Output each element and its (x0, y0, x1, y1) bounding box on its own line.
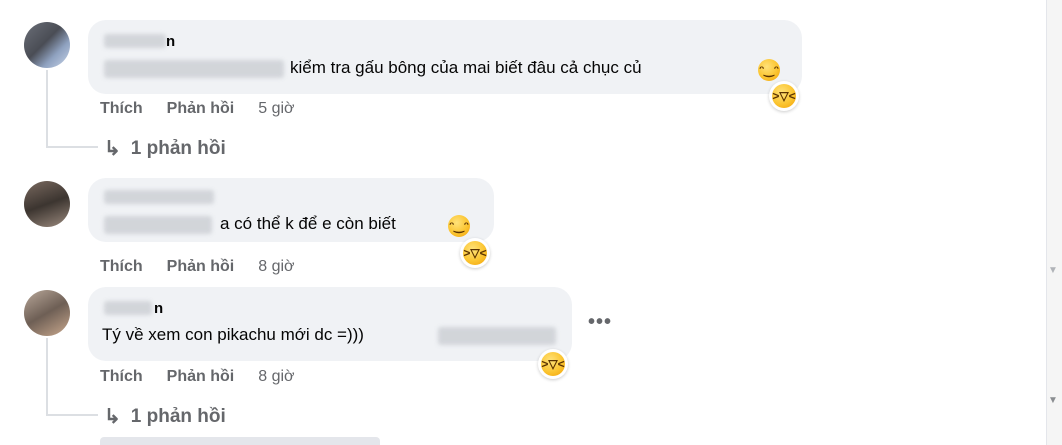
replies-count: 1 phản hồi (130, 405, 226, 427)
reply-arrow-icon: ↳ (104, 138, 121, 160)
thread-line (46, 70, 48, 148)
thread-line (46, 414, 98, 416)
avatar[interactable] (24, 22, 70, 68)
thread-line (46, 338, 48, 416)
avatar[interactable] (24, 181, 70, 227)
commenter-name[interactable]: n (166, 33, 175, 50)
view-replies-button[interactable]: ↳ 1 phản hồi (104, 404, 226, 429)
comment-actions: Thích Phản hồi 5 giờ (100, 100, 295, 118)
reaction-badge[interactable]: >▽< (769, 81, 799, 111)
comment-bubble: n kiểm tra gấu bông của mai biết đâu cả … (88, 20, 802, 94)
like-button[interactable]: Thích (100, 258, 143, 276)
redacted-text (104, 60, 284, 78)
timestamp[interactable]: 8 giờ (258, 258, 294, 276)
next-comment-bubble-edge (100, 437, 380, 445)
redacted-text (438, 327, 556, 345)
timestamp[interactable]: 8 giờ (258, 368, 294, 386)
reply-arrow-icon: ↳ (104, 406, 121, 428)
redacted-name (104, 34, 166, 48)
comment-text: a có thể k để e còn biết (220, 214, 396, 233)
view-replies-button[interactable]: ↳ 1 phản hồi (104, 136, 226, 161)
reply-button[interactable]: Phản hồi (167, 100, 235, 118)
comment-text: kiểm tra gấu bông của mai biết đâu cả ch… (290, 58, 642, 77)
comment-actions: Thích Phản hồi 8 giờ (100, 258, 295, 276)
reaction-badge[interactable]: >▽< (538, 349, 568, 379)
more-options-icon[interactable]: ••• (588, 311, 612, 334)
comment-actions: Thích Phản hồi 8 giờ (100, 368, 295, 386)
haha-reaction-icon: >▽< (541, 352, 565, 376)
replies-count: 1 phản hồi (130, 137, 226, 159)
timestamp[interactable]: 5 giờ (258, 100, 294, 118)
redacted-text (104, 216, 212, 234)
like-button[interactable]: Thích (100, 368, 143, 386)
reaction-badge[interactable]: >▽< (460, 238, 490, 268)
haha-reaction-icon: >▽< (772, 84, 796, 108)
commenter-name[interactable]: n (154, 300, 163, 317)
redacted-name (104, 301, 152, 315)
redacted-name (104, 190, 214, 204)
haha-reaction-icon: >▽< (463, 241, 487, 265)
rolling-laughing-emoji-icon: ᵔ‿ᵔ (448, 215, 470, 237)
laughing-tears-emoji-icon: ᵔ‿ᵔ (758, 59, 780, 81)
thread-line (46, 146, 98, 148)
comment-text: Tý về xem con pikachu mới dc =))) (102, 325, 364, 344)
reply-button[interactable]: Phản hồi (167, 258, 235, 276)
scroll-down-icon[interactable]: ▼ (1048, 395, 1058, 406)
reply-button[interactable]: Phản hồi (167, 368, 235, 386)
comment-bubble: a có thể k để e còn biết ᵔ‿ᵔ (88, 178, 494, 242)
avatar[interactable] (24, 290, 70, 336)
scrollbar[interactable] (1046, 0, 1062, 445)
comment-bubble: n Tý về xem con pikachu mới dc =))) (88, 287, 572, 361)
like-button[interactable]: Thích (100, 100, 143, 118)
scroll-arrow-icon[interactable]: ▼ (1048, 265, 1058, 276)
